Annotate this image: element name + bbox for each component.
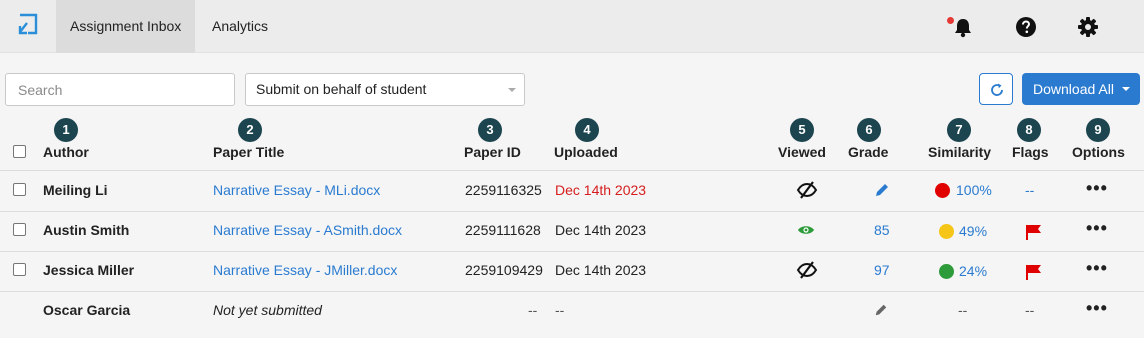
row-checkbox[interactable] [13,263,26,276]
help-icon[interactable] [1015,16,1037,38]
similarity-score[interactable]: 24% [959,263,987,279]
chevron-down-icon [1122,87,1130,91]
divider [0,211,1144,212]
grade-pencil-icon[interactable] [874,303,888,317]
not-viewed-icon [796,181,818,199]
not-submitted-label: Not yet submitted [213,302,322,318]
viewed-eye-icon [798,226,814,234]
flags-value: -- [1025,302,1035,318]
top-nav-bar: Assignment Inbox Analytics [0,0,1144,53]
column-badge-flags: 8 [1017,118,1041,142]
not-viewed-icon [796,261,818,279]
tab-analytics[interactable]: Analytics [198,0,282,53]
column-badge-options: 9 [1086,118,1110,142]
submit-on-behalf-select[interactable]: Submit on behalf of student [245,73,525,106]
column-badge-author: 1 [54,118,78,142]
paper-id: 2259116325 [465,182,542,198]
column-header-options[interactable]: Options [1072,144,1125,160]
bell-icon[interactable] [952,16,974,38]
gear-icon[interactable] [1077,16,1099,38]
search-input[interactable] [5,73,235,106]
paper-title-link[interactable]: Narrative Essay - MLi.docx [213,182,380,198]
uploaded-date: Dec 14th 2023 [555,182,647,198]
paper-id: -- [528,302,538,318]
similarity-score[interactable]: 100% [956,182,992,198]
flags-value: -- [1025,182,1035,198]
grade-value[interactable]: 97 [874,262,890,278]
download-all-label: Download All [1033,81,1114,97]
tab-assignment-inbox[interactable]: Assignment Inbox [56,0,196,53]
column-header-uploaded[interactable]: Uploaded [554,144,618,160]
author-name: Austin Smith [43,222,130,238]
column-header-flags[interactable]: Flags [1012,144,1049,160]
uploaded-date: Dec 14th 2023 [555,262,647,278]
column-header-paper-id[interactable]: Paper ID [464,144,521,160]
options-more-button[interactable]: ••• [1086,258,1108,279]
row-checkbox[interactable] [13,183,26,196]
column-header-paper-title[interactable]: Paper Title [213,144,284,160]
options-more-button[interactable]: ••• [1086,218,1108,239]
author-name: Oscar Garcia [43,302,131,318]
notification-dot [947,17,954,24]
paper-title-link[interactable]: Narrative Essay - ASmith.docx [213,222,402,238]
column-header-viewed[interactable]: Viewed [778,144,826,160]
download-all-button[interactable]: Download All [1022,73,1140,105]
author-name: Meiling Li [43,182,108,198]
uploaded-date: Dec 14th 2023 [555,222,647,238]
similarity-dot [939,264,954,279]
column-badge-grade: 6 [857,118,881,142]
app-logo-icon[interactable] [16,12,40,40]
grade-pencil-icon[interactable] [874,182,890,198]
column-badge-uploaded: 4 [575,118,599,142]
column-badge-viewed: 5 [790,118,814,142]
paper-id: 2259111628 [465,222,541,238]
divider [0,251,1144,252]
column-badge-paper-title: 2 [238,118,262,142]
similarity-dot [935,183,950,198]
options-more-button[interactable]: ••• [1086,178,1108,199]
author-name: Jessica Miller [43,262,135,278]
refresh-button[interactable] [979,73,1013,105]
row-checkbox[interactable] [13,223,26,236]
options-more-button[interactable]: ••• [1086,298,1108,319]
submit-on-behalf-value: Submit on behalf of student [256,81,427,97]
divider [0,170,1144,171]
divider [0,291,1144,292]
similarity-score[interactable]: 49% [959,223,987,239]
refresh-icon [991,83,1003,96]
chevron-down-icon [508,88,516,92]
similarity-dot [939,224,954,239]
column-header-similarity[interactable]: Similarity [928,144,991,160]
flag-icon[interactable] [1025,224,1043,240]
paper-title-link[interactable]: Narrative Essay - JMiller.docx [213,262,397,278]
select-all-checkbox[interactable] [13,145,26,158]
uploaded-date: -- [555,302,565,318]
similarity-score: -- [958,302,968,318]
column-header-grade[interactable]: Grade [848,144,888,160]
column-badge-similarity: 7 [947,118,971,142]
flag-icon[interactable] [1025,264,1043,280]
column-badge-paper-id: 3 [478,118,502,142]
column-header-author[interactable]: Author [43,144,89,160]
grade-value[interactable]: 85 [874,222,890,238]
paper-id: 2259109429 [465,262,543,278]
